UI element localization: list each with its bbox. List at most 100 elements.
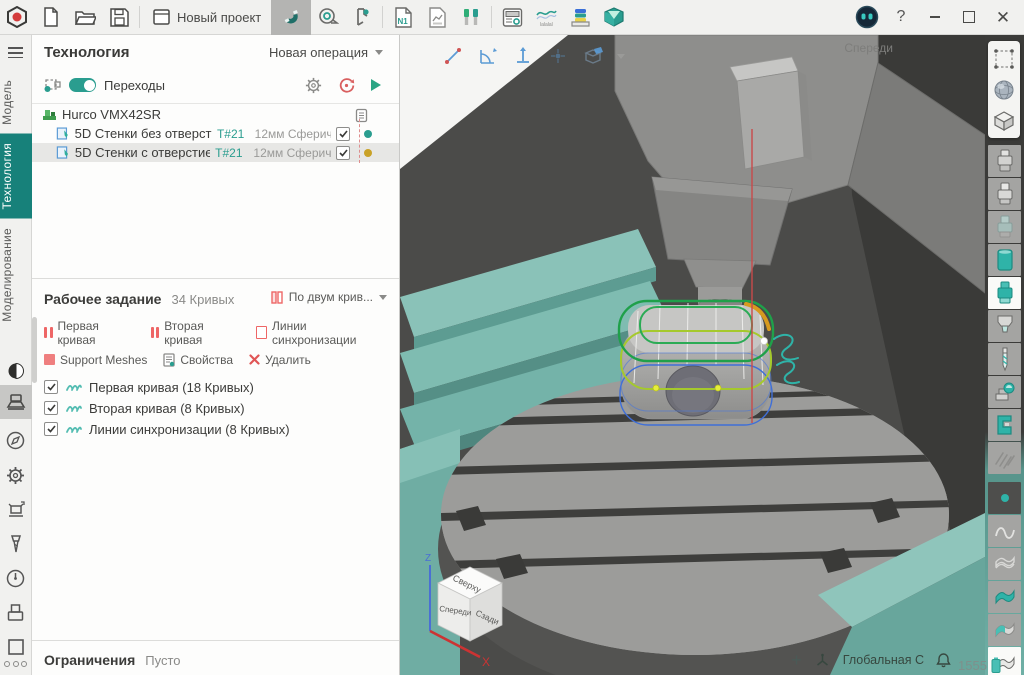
tab-simulation[interactable]: Моделирование [0,219,32,331]
list-item[interactable]: Первая кривая (18 Кривых) [44,377,387,398]
maximize-button[interactable] [954,0,984,35]
tool-holder-2-button[interactable] [988,178,1021,210]
tool-cup-button[interactable] [988,310,1021,342]
x-axis-label: X [482,655,490,669]
more-tools-button[interactable] [4,661,27,667]
app-logo-icon[interactable] [0,0,34,35]
curves-icon [65,381,82,393]
surface-mixed-button[interactable] [988,614,1021,646]
caliper-button[interactable] [345,0,379,35]
workpiece[interactable] [619,301,773,425]
job-section: Рабочее задание 34 Кривых По двум крив..… [32,278,399,440]
minimize-button[interactable] [920,0,950,35]
curve-display-button[interactable] [988,515,1021,547]
contrast-icon[interactable] [0,356,32,384]
machine-setup-icon[interactable] [0,495,32,523]
transitions-toggle[interactable] [69,78,96,92]
viewport-3d[interactable]: Z X Сверху Спереди Сзади [400,35,985,675]
toolpath-curves-button[interactable] [988,442,1021,474]
operation-settings-icon[interactable] [305,77,322,94]
job-mode-dropdown[interactable]: По двум крив... [271,290,387,304]
operation-checkbox[interactable] [336,127,350,141]
operation-row-1[interactable]: 5D Стенки без отверстия T#21 12мм Сферич… [32,124,399,143]
tool-holder-3-button[interactable] [988,211,1021,243]
save-button[interactable] [102,0,136,35]
tab-technology[interactable]: Технология [0,134,32,219]
delete-button[interactable]: Удалить [249,353,311,367]
two-curves-mode-icon [271,291,283,304]
tool-icon[interactable] [0,530,32,558]
tab-model[interactable]: Модель [0,71,32,134]
open-folder-button[interactable] [68,0,102,35]
drill-bit-button[interactable] [988,343,1021,375]
list-item[interactable]: Линии синхронизации (8 Кривых) [44,419,387,440]
tool-holder-1-button[interactable] [988,145,1021,177]
sync-lines-button[interactable]: Линии синхронизации [256,319,387,347]
properties-button[interactable]: Свойства [163,353,233,367]
list-item[interactable]: Вторая кривая (8 Кривых) [44,398,387,419]
help-button[interactable]: ? [886,0,916,35]
point-display-button[interactable] [988,482,1021,514]
tool-cylinder-button[interactable] [988,244,1021,276]
machine-panel-button[interactable] [495,0,529,35]
simulate-play-button[interactable] [371,79,381,91]
chevron-down-icon[interactable] [617,54,625,59]
workpiece-icon[interactable] [0,598,32,626]
close-button[interactable]: ✕ [988,0,1018,35]
operation-icon [56,145,70,160]
stock-box-button[interactable] [597,0,631,35]
surface-teal-button[interactable] [988,581,1021,613]
surfaces-display-button[interactable] [988,548,1021,580]
coordinate-system-label[interactable]: Глобальная С [843,653,924,667]
report-button[interactable] [420,0,454,35]
workpiece-setup-button[interactable] [988,376,1021,408]
operations-tree: Hurco VMX42SR 5D Стенки без отверстия T#… [32,105,399,162]
new-project-button[interactable]: Новый проект [143,0,271,35]
solid-box-button[interactable] [988,105,1020,136]
machine-notes-icon[interactable] [355,108,368,128]
curves-analysis-button[interactable]: lalalal [529,0,563,35]
recalculate-icon[interactable] [338,77,355,94]
item-checkbox[interactable] [44,401,58,415]
tools-compare-button[interactable] [454,0,488,35]
compass-icon[interactable] [0,427,32,455]
view-orientation-label[interactable]: Спереди [844,41,893,55]
measure-line-button[interactable] [442,45,464,67]
operation-status-dot [364,149,372,157]
magnet-snap-button[interactable] [271,0,311,35]
new-file-button[interactable] [34,0,68,35]
wireframe-mesh-button[interactable] [988,43,1020,74]
notifications-bell-icon[interactable] [936,652,951,668]
tool-holder-selected-button[interactable] [988,277,1021,309]
new-operation-dropdown[interactable]: Новая операция [269,45,387,60]
layers-button[interactable] [563,0,597,35]
support-meshes-button[interactable]: Support Meshes [44,353,147,367]
gauge-icon[interactable] [0,564,32,592]
display-mode-panel [988,41,1020,138]
item-checkbox[interactable] [44,422,58,436]
measure-angle-button[interactable] [477,45,499,67]
measure-tape-button[interactable] [311,0,345,35]
settings-gear-icon[interactable] [0,461,32,489]
selection-mode-icon[interactable] [44,78,61,93]
shaded-sphere-button[interactable] [988,74,1020,105]
coordinate-system-icon[interactable] [814,652,831,668]
machine-tree-row[interactable]: Hurco VMX42SR [32,105,399,124]
measure-point-button[interactable] [547,45,569,67]
add-cs-button[interactable]: + [791,651,802,669]
assistant-robot-button[interactable] [852,0,882,35]
nc-program-button[interactable]: N1 [386,0,420,35]
machine-view-button[interactable] [0,385,32,419]
item-checkbox[interactable] [44,380,58,394]
first-curve-button[interactable]: Первая кривая [44,319,135,347]
viewport-statusbar: + Глобальная С [791,651,951,669]
operation-checkbox[interactable] [336,146,350,160]
section-box-button[interactable] [582,45,604,67]
curve-groups-list: Первая кривая (18 Кривых) Вторая кривая … [32,367,399,440]
machine-frame-button[interactable] [988,409,1021,441]
second-curve-button[interactable]: Вторая кривая [151,319,240,347]
main-menu-button[interactable] [8,44,23,61]
stock-icon[interactable] [0,633,32,661]
measure-height-button[interactable] [512,45,534,67]
operation-row-2[interactable]: 5D Стенки с отверстием T#21 12мм Сфериче… [32,143,399,162]
